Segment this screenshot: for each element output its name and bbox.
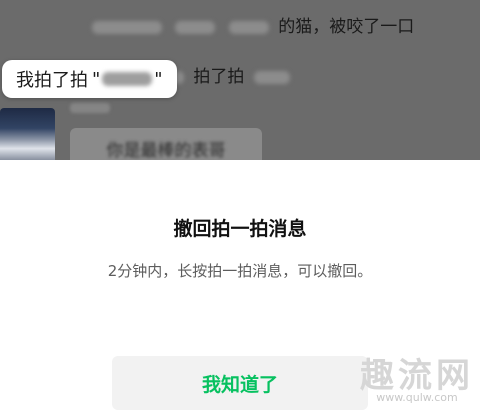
watermark-text: 趣流网: [360, 356, 474, 396]
system-message-text: 的猫，被咬了一口: [278, 17, 415, 37]
quote-close: ": [154, 68, 163, 90]
avatar[interactable]: [0, 108, 55, 160]
blurred-name: [253, 70, 290, 84]
site-watermark: 趣流网 www.qulw.com: [360, 348, 474, 404]
message-bubble[interactable]: 你是最棒的表哥: [70, 128, 262, 160]
screen: 的猫，被咬了一口 拍了拍 你是最棒的表哥 我拍了拍 " " 撤回拍一拍消息 2分…: [0, 0, 480, 413]
blurred-name: [92, 20, 162, 34]
sheet-description: 2分钟内，长按拍一拍消息，可以撤回。: [107, 262, 373, 280]
watermark-url: www.qulw.com: [376, 391, 458, 404]
pat-text: 拍了拍: [193, 67, 245, 87]
message-text: 你是最棒的表哥: [106, 140, 226, 161]
pat-tooltip[interactable]: 我拍了拍 " ": [2, 60, 177, 98]
blurred-nickname: [102, 72, 153, 86]
blurred-name: [228, 20, 269, 34]
got-it-button[interactable]: 我知道了: [112, 356, 368, 410]
sender-name-blurred: [70, 103, 110, 113]
tooltip-prefix: 我拍了拍: [16, 70, 88, 91]
chat-system-message-1: 的猫，被咬了一口: [88, 12, 414, 37]
quote-open: ": [92, 68, 101, 90]
blurred-name: [175, 20, 216, 34]
sheet-title: 撤回拍一拍消息: [173, 218, 307, 240]
